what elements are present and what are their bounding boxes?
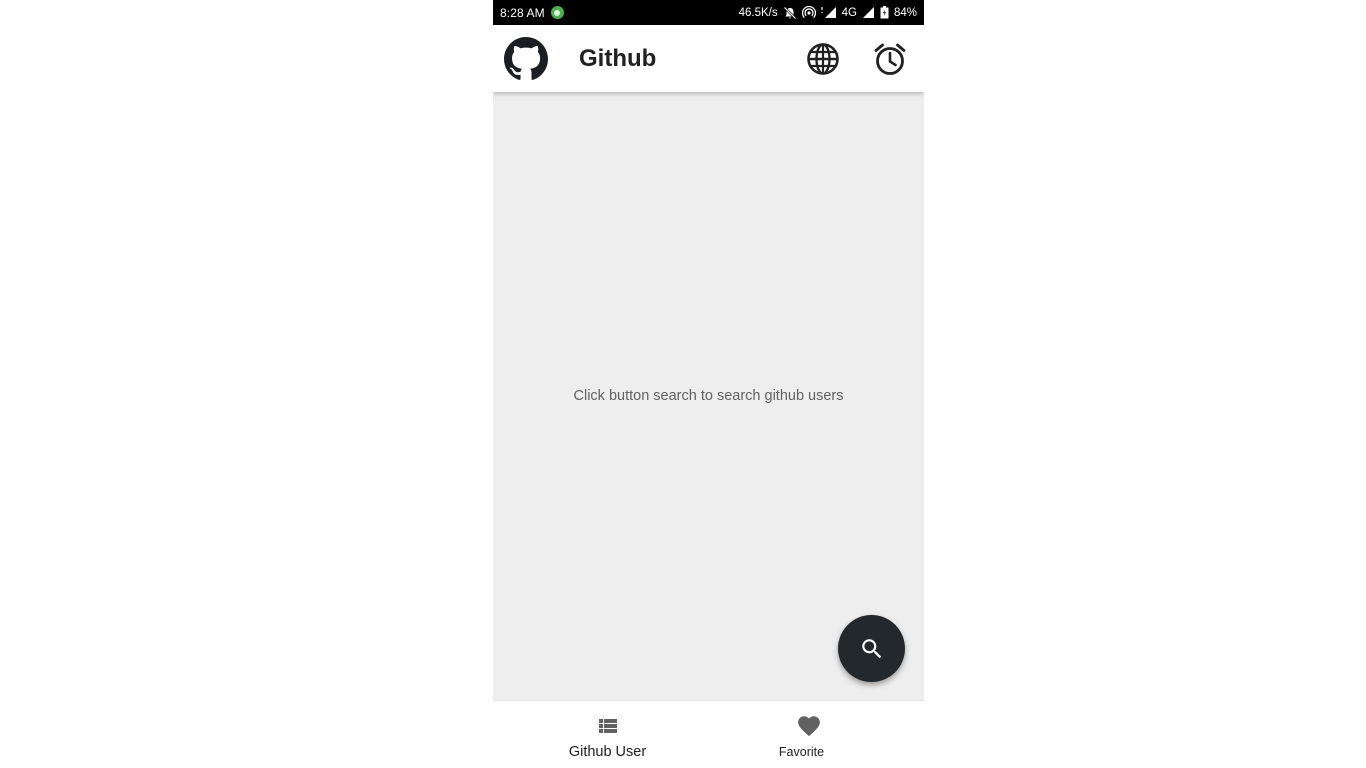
bottom-navigation: Github User Favorite: [493, 700, 924, 768]
main-content: Click button search to search github use…: [493, 92, 924, 700]
list-icon: [595, 713, 621, 739]
signal-icon-2: [862, 6, 875, 19]
heart-icon: [796, 713, 822, 739]
globe-icon: [807, 43, 839, 75]
nav-item-favorite[interactable]: Favorite: [708, 701, 923, 768]
nav-label-favorite: Favorite: [778, 745, 825, 759]
nav-item-github-user[interactable]: Github User: [493, 701, 708, 768]
search-icon: [861, 638, 881, 658]
app-bar: Github: [493, 25, 924, 92]
network-speed: 46.5K/s: [738, 6, 778, 19]
status-right: 46.5K/s 4G 84%: [739, 0, 917, 25]
status-left: 8:28 AM: [500, 0, 564, 25]
github-logo-icon: [504, 37, 548, 81]
battery-percent: 84%: [893, 6, 917, 19]
reminder-button[interactable]: [872, 41, 908, 77]
empty-state-message: Click button search to search github use…: [573, 388, 844, 404]
phone-screen: 8:28 AM 46.5K/s 4G 84% Github Click butt…: [493, 0, 924, 768]
status-time: 8:28 AM: [500, 5, 545, 20]
language-button[interactable]: [805, 41, 841, 77]
network-type: 4G: [841, 6, 857, 19]
signal-icon-1: [821, 6, 837, 19]
battery-icon: [880, 6, 889, 19]
nav-label-github-user: Github User: [568, 744, 647, 760]
hotspot-icon: [801, 5, 816, 20]
notification-dot-icon: [550, 6, 564, 19]
status-bar: 8:28 AM 46.5K/s 4G 84%: [493, 0, 924, 25]
mute-icon: [783, 6, 797, 20]
alarm-clock-icon: [874, 43, 906, 75]
app-title: Github: [579, 45, 657, 72]
search-fab-button[interactable]: [838, 615, 905, 682]
